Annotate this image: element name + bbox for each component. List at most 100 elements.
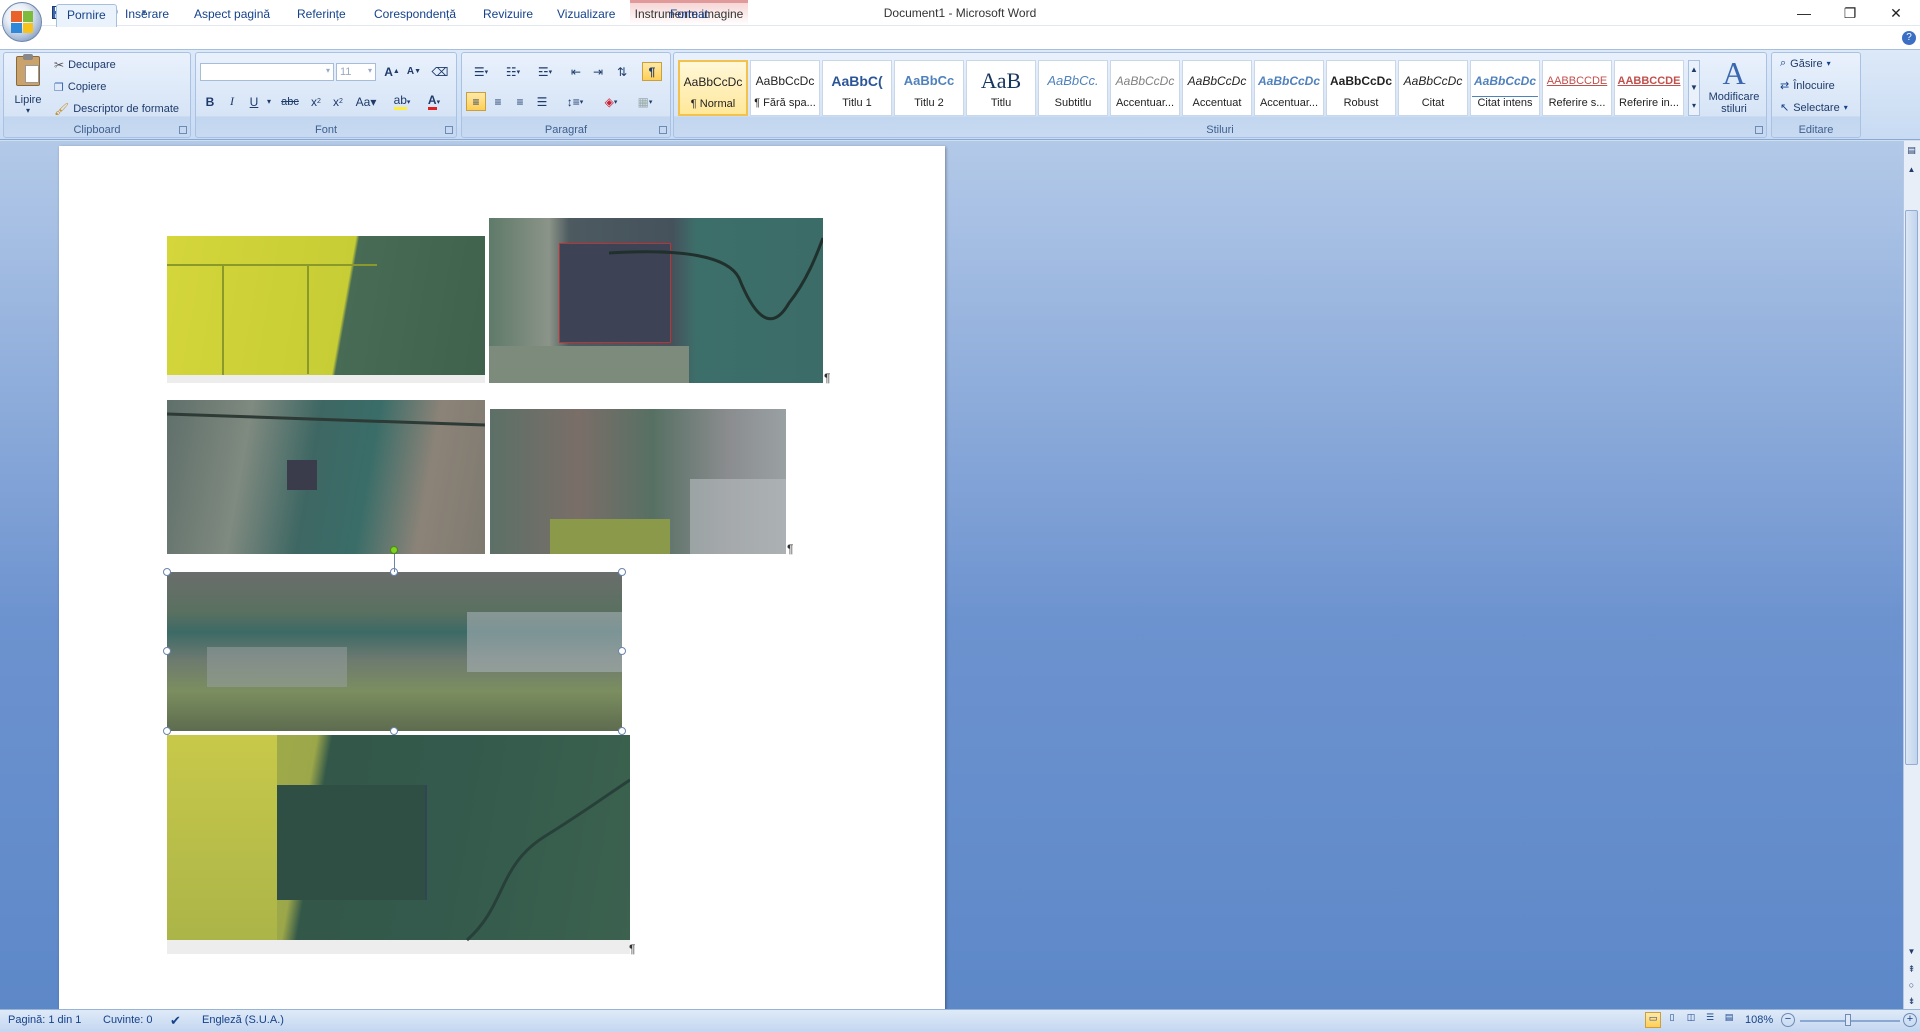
cut-button[interactable]: ✂ Decupare: [54, 57, 116, 73]
document-page[interactable]: ¶ ¶ ¶: [59, 146, 945, 1011]
scrollbar-thumb[interactable]: [1905, 210, 1918, 765]
page-count[interactable]: Pagină: 1 din 1: [8, 1014, 81, 1026]
italic-button[interactable]: I: [222, 92, 242, 111]
change-case-button[interactable]: Aa▾: [352, 92, 380, 111]
style-subtle-reference[interactable]: AABBCCDE Referire s...: [1542, 60, 1612, 116]
underline-button[interactable]: U: [244, 92, 264, 111]
zoom-level[interactable]: 108%: [1745, 1014, 1773, 1026]
style-heading-1[interactable]: AaBbC( Titlu 1: [822, 60, 892, 116]
style-strong[interactable]: AaBbCcDc Robust: [1326, 60, 1396, 116]
shading-button[interactable]: ◈ ▾: [596, 92, 626, 111]
format-painter-button[interactable]: 🖌 Descriptor de formate: [54, 101, 179, 117]
scroll-up-arrow-icon[interactable]: ▲: [1905, 165, 1918, 177]
map-image-3[interactable]: [167, 400, 485, 554]
resize-handle-bottom-left[interactable]: [163, 727, 171, 735]
help-icon[interactable]: ?: [1902, 31, 1916, 45]
sort-icon[interactable]: ⇅: [612, 62, 632, 81]
more-styles-icon[interactable]: ▾: [1689, 97, 1699, 115]
decrease-indent-icon[interactable]: ⇤: [566, 62, 586, 81]
style-quote[interactable]: AaBbCcDc Citat: [1398, 60, 1468, 116]
draft-view-icon[interactable]: ▤: [1721, 1012, 1737, 1028]
tab-home[interactable]: Pornire: [56, 4, 117, 27]
style-emphasis[interactable]: AaBbCcDc Accentuat: [1182, 60, 1252, 116]
close-button[interactable]: ✕: [1873, 0, 1919, 26]
font-size-select[interactable]: 11 ▾: [336, 63, 376, 81]
previous-page-icon[interactable]: ⇞: [1905, 964, 1918, 976]
resize-handle-bottom-right[interactable]: [618, 727, 626, 735]
clipboard-launcher-icon[interactable]: [179, 126, 187, 134]
bold-button[interactable]: B: [200, 92, 220, 111]
map-image-1[interactable]: [167, 236, 485, 383]
resize-handle-top-right[interactable]: [618, 568, 626, 576]
align-right-icon[interactable]: ≡: [510, 92, 530, 111]
font-name-select[interactable]: ▾: [200, 63, 334, 81]
borders-button[interactable]: ▦ ▾: [630, 92, 660, 111]
resize-handle-top-left[interactable]: [163, 568, 171, 576]
map-image-2[interactable]: [489, 218, 823, 383]
resize-handle-left[interactable]: [163, 647, 171, 655]
tab-insert[interactable]: Inserare: [115, 4, 179, 25]
scroll-down-icon[interactable]: ▼: [1689, 79, 1699, 97]
align-left-icon[interactable]: ≡: [466, 92, 486, 111]
map-image-6[interactable]: [167, 735, 630, 954]
minimize-button[interactable]: —: [1781, 0, 1827, 26]
subscript-button[interactable]: x2: [306, 92, 326, 111]
select-browse-object-icon[interactable]: ○: [1905, 980, 1918, 992]
zoom-in-icon[interactable]: +: [1903, 1013, 1917, 1027]
line-spacing-button[interactable]: ↕≡ ▾: [560, 92, 590, 111]
justify-icon[interactable]: ☰: [532, 92, 552, 111]
styles-scroll[interactable]: ▲ ▼ ▾: [1688, 60, 1700, 116]
tab-format[interactable]: Format: [660, 4, 718, 25]
style-heading-2[interactable]: AaBbCc Titlu 2: [894, 60, 964, 116]
paste-button[interactable]: Lipire ▾: [10, 54, 46, 120]
show-formatting-marks-icon[interactable]: ¶: [642, 62, 662, 81]
change-styles-button[interactable]: A Modificare stiluri: [1706, 55, 1762, 125]
language-indicator[interactable]: Engleză (S.U.A.): [202, 1014, 284, 1026]
multilevel-list-button[interactable]: ☲ ▾: [530, 62, 560, 81]
tab-references[interactable]: Referințe: [287, 4, 356, 25]
increase-indent-icon[interactable]: ⇥: [588, 62, 608, 81]
word-count[interactable]: Cuvinte: 0: [103, 1014, 153, 1026]
style-title[interactable]: AaB Titlu: [966, 60, 1036, 116]
highlight-color-button[interactable]: ab ▾: [388, 92, 416, 111]
style-normal[interactable]: AaBbCcDc ¶ Normal: [678, 60, 748, 116]
web-layout-icon[interactable]: ◫: [1683, 1012, 1699, 1028]
bullets-button[interactable]: ☰ ▾: [466, 62, 496, 81]
underline-dropdown-icon[interactable]: ▾: [264, 92, 274, 111]
paragraph-launcher-icon[interactable]: [659, 126, 667, 134]
scroll-up-icon[interactable]: ▲: [1689, 61, 1699, 79]
rotate-handle[interactable]: [390, 546, 398, 554]
resize-handle-right[interactable]: [618, 647, 626, 655]
superscript-button[interactable]: x2: [328, 92, 348, 111]
grow-font-button[interactable]: A ▲: [382, 62, 402, 81]
full-screen-reading-icon[interactable]: ▯: [1664, 1012, 1680, 1028]
resize-handle-bottom[interactable]: [390, 727, 398, 735]
tab-review[interactable]: Revizuire: [473, 4, 543, 25]
find-button[interactable]: ⌕ Găsire ▾: [1780, 57, 1831, 70]
font-color-button[interactable]: A ▾: [420, 92, 448, 111]
print-layout-icon[interactable]: ▭: [1645, 1012, 1661, 1028]
select-button[interactable]: ↖ Selectare ▾: [1780, 101, 1848, 115]
map-image-5-selected[interactable]: [167, 572, 622, 731]
scroll-down-arrow-icon[interactable]: ▼: [1905, 947, 1918, 959]
maximize-button[interactable]: ❐: [1827, 0, 1873, 26]
align-center-icon[interactable]: ≡: [488, 92, 508, 111]
style-no-spacing[interactable]: AaBbCcDc ¶ Fără spa...: [750, 60, 820, 116]
map-image-4[interactable]: [490, 409, 786, 554]
replace-button[interactable]: ⇄ Înlocuire: [1780, 79, 1835, 93]
tab-mailings[interactable]: Corespondență: [364, 4, 466, 25]
ruler-toggle-icon[interactable]: ▤: [1905, 145, 1918, 159]
tab-view[interactable]: Vizualizare: [547, 4, 625, 25]
tab-page-layout[interactable]: Aspect pagină: [184, 4, 280, 25]
office-button[interactable]: [2, 2, 42, 42]
next-page-icon[interactable]: ⇟: [1905, 996, 1918, 1008]
style-intense-reference[interactable]: AABBCCDE Referire in...: [1614, 60, 1684, 116]
strikethrough-button[interactable]: abc: [280, 92, 300, 111]
outline-view-icon[interactable]: ☰: [1702, 1012, 1718, 1028]
style-subtitle[interactable]: AaBbCc. Subtitlu: [1038, 60, 1108, 116]
shrink-font-button[interactable]: A ▼: [404, 62, 424, 81]
numbering-button[interactable]: ☷ ▾: [498, 62, 528, 81]
copy-button[interactable]: ❐ Copiere: [54, 79, 106, 95]
clear-formatting-icon[interactable]: ⌫: [430, 62, 450, 81]
zoom-out-icon[interactable]: −: [1781, 1013, 1795, 1027]
